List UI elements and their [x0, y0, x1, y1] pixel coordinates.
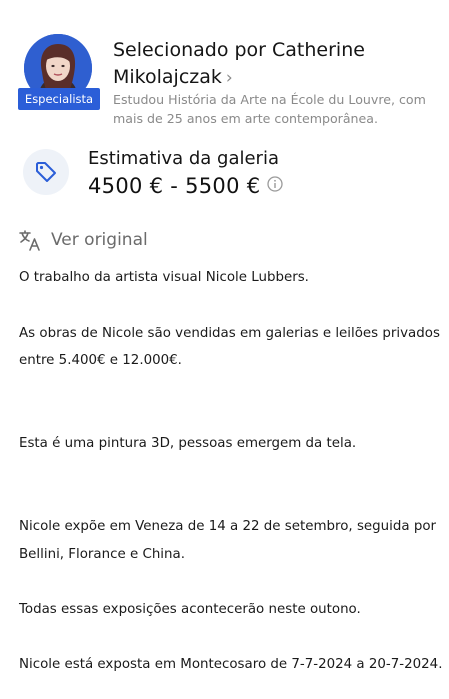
expert-name-line1: Selecionado por Catherine	[113, 39, 365, 61]
expert-name-link[interactable]: Selecionado por Catherine Mikolajczak ›	[113, 37, 433, 92]
expert-avatar-group[interactable]: Especialista	[18, 34, 100, 114]
description-line: O trabalho da artista visual Nicole Lubb…	[19, 270, 309, 285]
chevron-right-icon: ›	[225, 68, 233, 88]
estimate-range: 4500 € - 5500 €	[88, 174, 261, 198]
price-tag-icon-container	[23, 149, 69, 195]
description-line: Bellini, Florance e China.	[19, 547, 185, 562]
estimate-label: Estimativa da galeria	[88, 148, 279, 169]
description-line: Nicole está exposta em Montecosaro de 7-…	[19, 657, 443, 672]
gallery-estimate-section: Estimativa da galeria 4500 € - 5500 €	[0, 140, 449, 210]
expert-name-line2: Mikolajczak	[113, 66, 222, 88]
view-original-label: Ver original	[51, 230, 148, 250]
translate-icon	[19, 230, 40, 251]
expert-section: Especialista Selecionado por Catherine M…	[0, 0, 449, 140]
description-line: Esta é uma pintura 3D, pessoas emergem d…	[19, 436, 357, 451]
description-line: Todas essas exposições acontecerão neste…	[19, 602, 361, 617]
specialist-badge: Especialista	[18, 88, 100, 110]
description-line: entre 5.400€ e 12.000€.	[19, 353, 182, 368]
description-line: As obras de Nicole são vendidas em galer…	[19, 326, 440, 341]
description-line: Nicole expõe em Veneza de 14 a 22 de set…	[19, 519, 437, 534]
expert-bio: Estudou História da Arte na École du Lou…	[113, 92, 426, 126]
price-tag-icon	[36, 162, 56, 182]
info-icon[interactable]	[267, 176, 283, 192]
